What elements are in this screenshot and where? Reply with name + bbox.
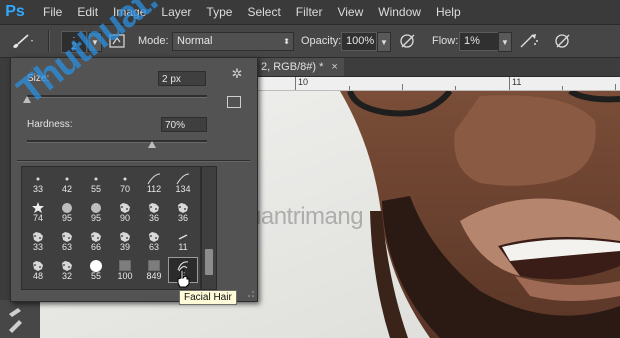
brush-preset-cell[interactable]: 42 xyxy=(53,171,81,195)
brush-preset-cell[interactable]: 74 xyxy=(24,200,52,224)
brush-preset-cell[interactable]: 134 xyxy=(169,171,197,195)
gear-icon[interactable]: ✲ xyxy=(230,67,244,81)
menu-filter[interactable]: Filter xyxy=(296,5,323,19)
brush-preset-cell[interactable]: 33 xyxy=(24,229,52,253)
hardness-field[interactable]: 70% xyxy=(161,117,207,132)
menu-view[interactable]: View xyxy=(337,5,363,19)
tool-icons[interactable] xyxy=(6,306,28,334)
brush-preset-size: 63 xyxy=(148,242,159,252)
brush-preset-size: 33 xyxy=(32,184,43,194)
menu-help[interactable]: Help xyxy=(436,5,461,19)
brush-preset-cell[interactable]: 33 xyxy=(24,171,52,195)
brush-preset-cell[interactable]: 95 xyxy=(53,200,81,224)
brush-preset-size: 90 xyxy=(119,213,130,223)
brush-preset-size: 55 xyxy=(90,271,101,281)
brush-preset-size: 42 xyxy=(61,184,72,194)
ruler-tick xyxy=(349,86,350,90)
hand-cursor-icon xyxy=(177,269,190,288)
brush-preset-size: 32 xyxy=(61,271,72,281)
pressure-opacity-icon[interactable] xyxy=(398,32,418,50)
ruler-tick xyxy=(455,86,456,90)
menu-file[interactable]: File xyxy=(43,5,62,19)
brush-preset-cell[interactable]: 95 xyxy=(82,200,110,224)
opacity-dropdown-button[interactable]: ▼ xyxy=(377,32,391,52)
tools-panel-bottom xyxy=(0,300,40,338)
brush-preset-cell[interactable]: 55 xyxy=(82,258,110,282)
ruler-tick xyxy=(615,84,616,90)
brush-preset-size: 849 xyxy=(146,271,162,281)
brush-tool-icon[interactable] xyxy=(10,32,36,50)
airbrush-icon[interactable] xyxy=(518,32,540,50)
brush-preset-size: 55 xyxy=(90,184,101,194)
opacity-field[interactable]: 100% xyxy=(341,32,377,51)
close-icon[interactable]: × xyxy=(331,61,337,73)
brush-preset-size: 74 xyxy=(32,213,43,223)
mode-label: Mode: xyxy=(138,35,169,47)
size-field[interactable]: 2 px xyxy=(158,71,206,86)
brush-preset-cell[interactable]: 39 xyxy=(111,229,139,253)
menu-window[interactable]: Window xyxy=(378,5,421,19)
brush-preset-size: 48 xyxy=(32,271,43,281)
menu-select[interactable]: Select xyxy=(247,5,280,19)
ruler-number: 11 xyxy=(512,77,522,87)
brush-preset-cell[interactable]: 90 xyxy=(111,200,139,224)
pressure-size-icon[interactable] xyxy=(553,32,573,50)
resize-grip-icon[interactable] xyxy=(247,290,255,298)
ruler-tick xyxy=(295,77,296,90)
brush-preset-cell[interactable]: 100 xyxy=(111,258,139,282)
brush-preset-cell[interactable]: 11 xyxy=(169,229,197,253)
hardness-slider-thumb[interactable] xyxy=(148,141,156,148)
brush-preset-cell[interactable]: 36 xyxy=(140,200,168,224)
hardness-label: Hardness: xyxy=(27,119,73,130)
brush-preset-cell[interactable]: 36 xyxy=(169,200,197,224)
scrollbar-thumb[interactable] xyxy=(205,249,213,275)
mode-value: Normal xyxy=(177,35,213,47)
brush-preset-size: 95 xyxy=(61,213,72,223)
brush-preset-cell[interactable]: 32 xyxy=(53,258,81,282)
brush-preset-size: 39 xyxy=(119,242,130,252)
hardness-slider-track[interactable] xyxy=(27,140,207,143)
brush-preset-cell[interactable]: 70 xyxy=(111,171,139,195)
brush-preset-cell[interactable]: 55 xyxy=(82,171,110,195)
opacity-label: Opacity: xyxy=(301,35,342,47)
brush-preset-cell[interactable]: 48 xyxy=(24,258,52,282)
new-preset-icon[interactable] xyxy=(227,96,241,108)
mode-select[interactable]: Normal ⬍ xyxy=(172,32,294,51)
flow-label: Flow: xyxy=(432,35,459,47)
brush-preset-cell[interactable]: 849 xyxy=(140,258,168,282)
flow-dropdown-button[interactable]: ▼ xyxy=(498,32,512,52)
brush-preset-size: 134 xyxy=(175,184,191,194)
brush-preset-size: 100 xyxy=(117,271,133,281)
brush-preset-size: 36 xyxy=(177,213,188,223)
divider xyxy=(17,160,250,162)
brush-preset-cell[interactable]: 63 xyxy=(140,229,168,253)
chevron-down-icon: ⬍ xyxy=(283,37,290,46)
brush-preset-size: 70 xyxy=(119,184,130,194)
document-tab-bar: 2, RGB/8#) * × xyxy=(255,58,620,77)
brush-preset-size: 11 xyxy=(178,242,188,252)
horizontal-ruler: 10 11 xyxy=(255,77,620,91)
preset-scrollbar[interactable] xyxy=(201,166,217,290)
brush-preset-cell[interactable]: 112 xyxy=(140,171,168,195)
brush-preset-size: 63 xyxy=(61,242,72,252)
brush-preset-size: 66 xyxy=(90,242,101,252)
document-tab[interactable]: 2, RGB/8#) * × xyxy=(255,58,344,76)
brush-preset-cell[interactable]: 63 xyxy=(53,229,81,253)
brush-preset-size: 36 xyxy=(148,213,159,223)
photoshop-logo: Ps xyxy=(5,3,25,20)
brush-preset-cell[interactable]: 66 xyxy=(82,229,110,253)
document-tab-title: 2, RGB/8#) * xyxy=(261,61,324,73)
brush-preset-grid: 33 42 55 70 112 134 74 95 95 90 36 36 33 63 66 39 63 11 48… xyxy=(21,166,201,290)
menu-type[interactable]: Type xyxy=(206,5,232,19)
brush-preset-size: 95 xyxy=(90,213,101,223)
brush-preset-size: 33 xyxy=(32,242,43,252)
brush-preset-size: 112 xyxy=(146,184,162,194)
ruler-tick xyxy=(402,84,403,90)
ruler-tick xyxy=(509,77,510,90)
watermark-text: uantrimang xyxy=(248,203,364,230)
tooltip: Facial Hair xyxy=(179,290,237,305)
ruler-tick xyxy=(562,86,563,90)
flow-field[interactable]: 1% xyxy=(459,32,503,51)
ruler-number: 10 xyxy=(298,77,309,87)
